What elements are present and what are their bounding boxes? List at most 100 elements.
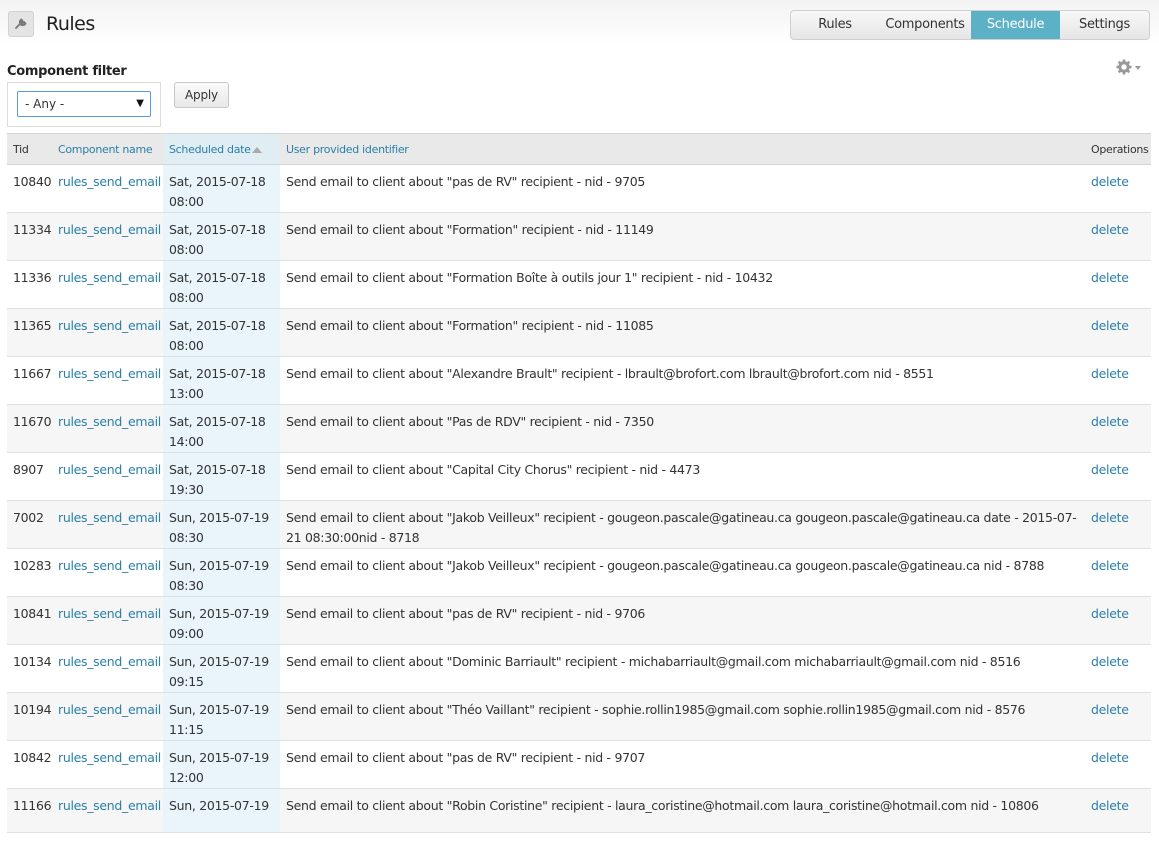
component-cell: rules_send_email <box>52 692 163 741</box>
scheduled-date: Sat, 2015-07-18 <box>169 462 266 477</box>
table-row: 7002 rules_send_email Sun, 2015-07-19 08:30… <box>7 500 1151 549</box>
scheduled-date: Sat, 2015-07-18 <box>169 414 266 429</box>
col-user-identifier[interactable]: User provided identifier <box>280 133 1085 165</box>
component-link[interactable]: rules_send_email <box>58 366 161 381</box>
component-filter-label: Component filter <box>7 64 127 79</box>
component-link[interactable]: rules_send_email <box>58 222 161 237</box>
identifier-cell: Send email to client about "pas de RV" r… <box>280 740 1085 789</box>
delete-link[interactable]: delete <box>1091 702 1129 717</box>
delete-link[interactable]: delete <box>1091 606 1129 621</box>
scheduled-date-cell: Sun, 2015-07-19 11:15 <box>163 692 280 741</box>
component-filter-select[interactable]: - Any - ▼ <box>17 91 151 117</box>
operations-cell: delete <box>1085 788 1151 833</box>
table-row: 11334 rules_send_email Sat, 2015-07-18 08:0… <box>7 212 1151 261</box>
component-link[interactable]: rules_send_email <box>58 606 161 621</box>
component-link[interactable]: rules_send_email <box>58 510 161 525</box>
delete-link[interactable]: delete <box>1091 270 1129 285</box>
component-link[interactable]: rules_send_email <box>58 174 161 189</box>
tid-cell: 11166 <box>7 788 52 833</box>
delete-link[interactable]: delete <box>1091 174 1129 189</box>
delete-link[interactable]: delete <box>1091 558 1129 573</box>
scheduled-date-cell: Sat, 2015-07-18 08:00 <box>163 308 280 357</box>
scheduled-date: Sun, 2015-07-19 <box>169 606 269 621</box>
col-scheduled-date-label: Scheduled date <box>169 142 251 156</box>
delete-link[interactable]: delete <box>1091 510 1129 525</box>
tid-cell: 11336 <box>7 260 52 309</box>
tab-components[interactable]: Components <box>879 11 971 39</box>
tid-cell: 8907 <box>7 452 52 501</box>
scheduled-date-cell: Sun, 2015-07-19 12:00 <box>163 740 280 789</box>
apply-button[interactable]: Apply <box>174 82 229 108</box>
identifier-cell: Send email to client about "Formation" r… <box>280 212 1085 261</box>
component-link[interactable]: rules_send_email <box>58 414 161 429</box>
delete-link[interactable]: delete <box>1091 222 1129 237</box>
identifier-cell: Send email to client about "Formation Bo… <box>280 260 1085 309</box>
table-row: 10283 rules_send_email Sun, 2015-07-19 08:3… <box>7 548 1151 597</box>
scheduled-date: Sun, 2015-07-19 <box>169 702 269 717</box>
tid-cell: 7002 <box>7 500 52 549</box>
operations-cell: delete <box>1085 404 1151 453</box>
component-link[interactable]: rules_send_email <box>58 702 161 717</box>
col-scheduled-date[interactable]: Scheduled date <box>163 133 280 165</box>
component-cell: rules_send_email <box>52 548 163 597</box>
wrench-icon <box>8 11 34 37</box>
scheduled-time: 14:00 <box>169 434 204 449</box>
component-link[interactable]: rules_send_email <box>58 558 161 573</box>
scheduled-date-cell: Sun, 2015-07-19 08:30 <box>163 500 280 549</box>
component-link[interactable]: rules_send_email <box>58 270 161 285</box>
delete-link[interactable]: delete <box>1091 366 1129 381</box>
page-title: Rules <box>46 13 95 35</box>
table-row: 10842 rules_send_email Sun, 2015-07-19 12:0… <box>7 740 1151 789</box>
scheduled-date-cell: Sat, 2015-07-18 19:30 <box>163 452 280 501</box>
operations-cell: delete <box>1085 260 1151 309</box>
delete-link[interactable]: delete <box>1091 654 1129 669</box>
identifier-cell: Send email to client about "Jakob Veille… <box>280 548 1085 597</box>
delete-link[interactable]: delete <box>1091 462 1129 477</box>
col-operations: Operations <box>1085 133 1151 165</box>
component-link[interactable]: rules_send_email <box>58 750 161 765</box>
operations-cell: delete <box>1085 212 1151 261</box>
tab-schedule[interactable]: Schedule <box>971 11 1060 39</box>
operations-cell: delete <box>1085 548 1151 597</box>
operations-cell: delete <box>1085 164 1151 213</box>
tid-cell: 11667 <box>7 356 52 405</box>
component-cell: rules_send_email <box>52 356 163 405</box>
tid-cell: 10840 <box>7 164 52 213</box>
header: Rules Rules Components Schedule Settings <box>0 0 1159 46</box>
col-component-name[interactable]: Component name <box>52 133 163 165</box>
tab-rules[interactable]: Rules <box>791 11 879 39</box>
scheduled-date-cell: Sat, 2015-07-18 08:00 <box>163 164 280 213</box>
identifier-cell: Send email to client about "Dominic Barr… <box>280 644 1085 693</box>
scheduled-date: Sat, 2015-07-18 <box>169 222 266 237</box>
tid-cell: 11365 <box>7 308 52 357</box>
scheduled-date: Sat, 2015-07-18 <box>169 318 266 333</box>
scheduled-time: 09:00 <box>169 626 204 641</box>
delete-link[interactable]: delete <box>1091 798 1129 813</box>
tab-settings[interactable]: Settings <box>1060 11 1149 39</box>
scheduled-date: Sun, 2015-07-19 <box>169 750 269 765</box>
component-cell: rules_send_email <box>52 788 163 833</box>
component-cell: rules_send_email <box>52 500 163 549</box>
table-row: 10840 rules_send_email Sat, 2015-07-18 08:0… <box>7 164 1151 213</box>
tid-cell: 10283 <box>7 548 52 597</box>
component-link[interactable]: rules_send_email <box>58 798 161 813</box>
table-row: 11166 rules_send_email Sun, 2015-07-19 Send… <box>7 788 1151 833</box>
delete-link[interactable]: delete <box>1091 750 1129 765</box>
component-link[interactable]: rules_send_email <box>58 462 161 477</box>
scheduled-date: Sat, 2015-07-18 <box>169 366 266 381</box>
operations-cell: delete <box>1085 308 1151 357</box>
scheduled-time: 08:00 <box>169 290 204 305</box>
component-link[interactable]: rules_send_email <box>58 318 161 333</box>
table-row: 11336 rules_send_email Sat, 2015-07-18 08:0… <box>7 260 1151 309</box>
table-row: 10194 rules_send_email Sun, 2015-07-19 11:1… <box>7 692 1151 741</box>
scheduled-date-cell: Sat, 2015-07-18 08:00 <box>163 260 280 309</box>
component-link[interactable]: rules_send_email <box>58 654 161 669</box>
scheduled-time: 08:30 <box>169 578 204 593</box>
tid-cell: 10194 <box>7 692 52 741</box>
scheduled-date: Sat, 2015-07-18 <box>169 174 266 189</box>
gear-icon[interactable] <box>1116 59 1144 77</box>
delete-link[interactable]: delete <box>1091 414 1129 429</box>
delete-link[interactable]: delete <box>1091 318 1129 333</box>
schedule-table: Tid Component name Scheduled date User p… <box>7 133 1151 833</box>
operations-cell: delete <box>1085 692 1151 741</box>
